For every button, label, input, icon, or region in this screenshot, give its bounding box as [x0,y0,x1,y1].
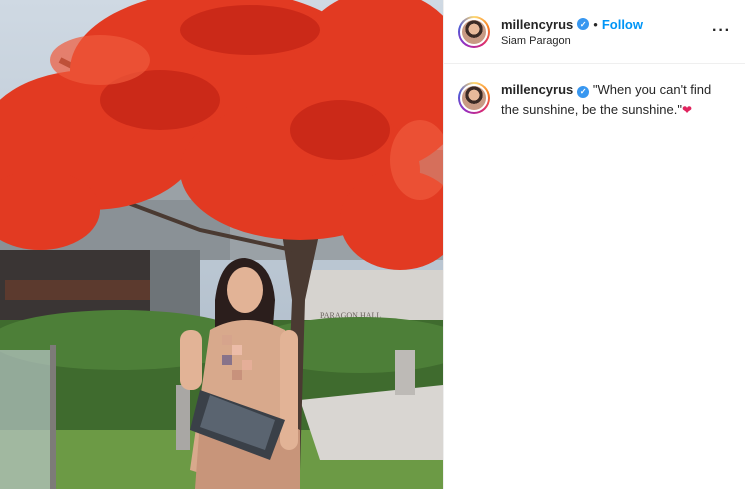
avatar-image [460,17,488,46]
caption-avatar-image [460,84,488,112]
caption: millencyrus ✓ "When you can't find the su… [444,64,745,136]
verified-badge-icon: ✓ [577,18,590,30]
caption-avatar[interactable] [458,82,490,114]
post-header: millencyrus ✓ • Follow Siam Paragon ··· [444,0,745,64]
location-link[interactable]: Siam Paragon [501,35,643,47]
post-sidebar: millencyrus ✓ • Follow Siam Paragon ··· … [443,0,745,489]
header-line: millencyrus ✓ • Follow [501,17,643,32]
red-heart-emoji-icon: ❤ [681,103,693,117]
separator-dot: • [593,16,598,32]
caption-verified-badge-icon: ✓ [577,86,590,98]
photo-illustration: PARAGON HALL [0,0,443,489]
username-link[interactable]: millencyrus [501,17,573,32]
header-text: millencyrus ✓ • Follow Siam Paragon [501,17,643,47]
caption-username-link[interactable]: millencyrus [501,82,573,97]
instagram-post: PARAGON HALL millencyrus ✓ • Follow Siam… [0,0,745,489]
avatar[interactable] [458,15,490,48]
post-photo[interactable]: PARAGON HALL [0,0,443,489]
caption-text: millencyrus ✓ "When you can't find the su… [501,80,731,120]
follow-button[interactable]: Follow [602,17,643,32]
more-options-icon[interactable]: ··· [712,22,731,40]
